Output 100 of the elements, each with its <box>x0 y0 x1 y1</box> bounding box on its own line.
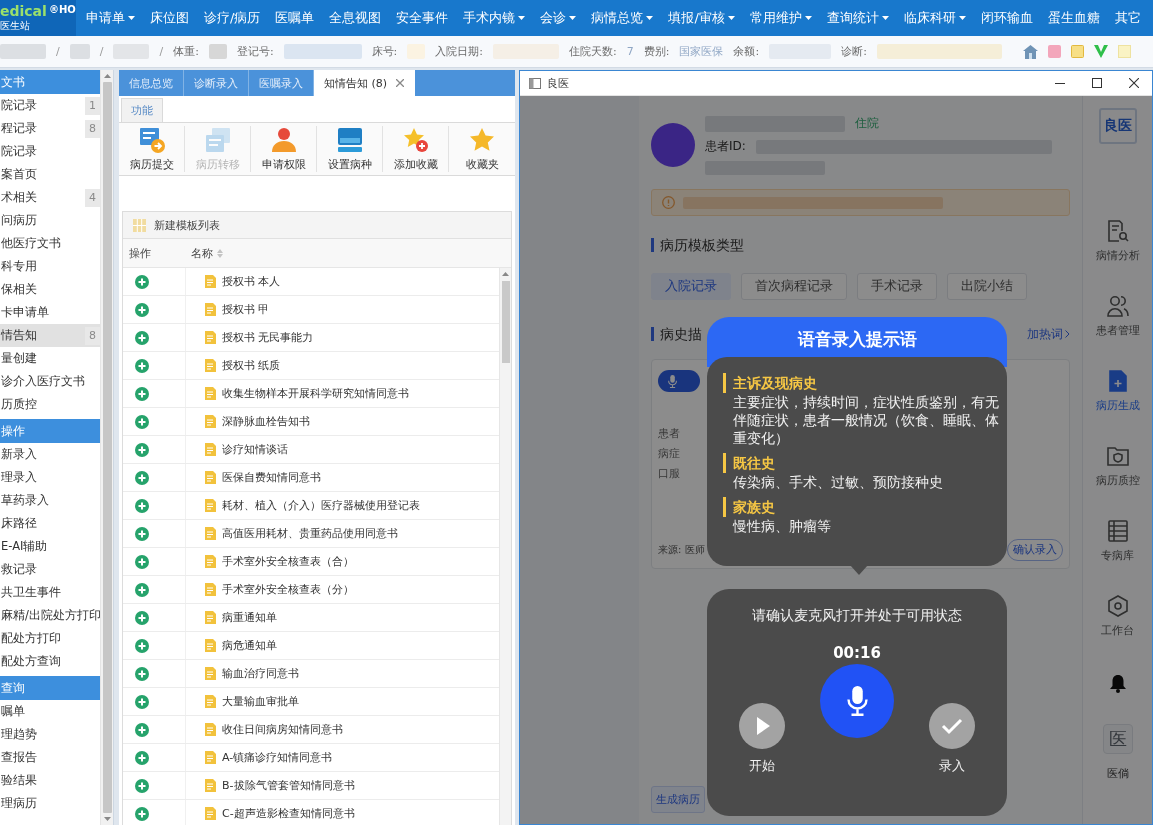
add-icon[interactable] <box>135 498 149 513</box>
sidebar-item[interactable]: 新录入 <box>0 443 100 466</box>
sidebar-item[interactable]: 查报告 <box>0 746 100 769</box>
add-icon[interactable] <box>135 526 149 541</box>
template-type-option[interactable]: 出院小结 <box>947 273 1027 300</box>
toolbar-button[interactable]: 收藏夹 <box>449 126 515 172</box>
sidebar-item[interactable]: 配处方查询 <box>0 650 100 673</box>
close-icon[interactable] <box>396 79 405 87</box>
sidebar-item[interactable]: 配处方打印 <box>0 627 100 650</box>
nav-item[interactable]: 患者管理 <box>1095 287 1140 362</box>
template-name[interactable]: 授权书 甲 <box>222 302 270 317</box>
menu-item[interactable]: 蛋生血糖 <box>1047 9 1100 27</box>
menu-item[interactable]: 医嘱单 <box>275 9 315 27</box>
template-type-option[interactable]: 手术记录 <box>857 273 937 300</box>
toolbar-button[interactable]: 申请权限 <box>251 126 317 172</box>
sidebar-item[interactable]: 麻精/出院处方打印 <box>0 604 100 627</box>
add-icon[interactable] <box>135 442 149 457</box>
menu-item[interactable]: 闭环输血 <box>980 9 1033 27</box>
sidebar-item[interactable]: 救记录 <box>0 558 100 581</box>
menu-item[interactable]: 诊疗/病历 <box>204 9 261 27</box>
nav-item[interactable]: 专病库 <box>1101 512 1134 587</box>
scrollbar-thumb[interactable] <box>501 281 510 363</box>
enter-button[interactable]: 录入 <box>929 703 975 775</box>
voice-button[interactable] <box>658 370 700 392</box>
menu-item[interactable]: 临床科研 <box>903 9 966 27</box>
template-name[interactable]: A-镇痛诊疗知情同意书 <box>222 750 333 765</box>
add-icon[interactable] <box>135 358 149 373</box>
sidebar-item[interactable]: 理趋势 <box>0 723 100 746</box>
template-name[interactable]: C-超声造影检查知情同意书 <box>222 806 355 821</box>
menu-item[interactable]: 其它 <box>1114 9 1141 27</box>
column-header[interactable]: 名称 <box>191 245 213 261</box>
sidebar-item[interactable]: 院记录 1 <box>0 94 100 117</box>
sidebar-item[interactable]: 诊介入医疗文书 <box>0 370 100 393</box>
column-header[interactable]: 操作 <box>129 245 151 261</box>
add-icon[interactable] <box>135 386 149 401</box>
sidebar-item[interactable]: 卡申请单 <box>0 301 100 324</box>
menu-item[interactable]: 申请单 <box>86 9 135 27</box>
sidebar-item[interactable]: 他医疗文书 <box>0 232 100 255</box>
add-icon[interactable] <box>135 666 149 681</box>
template-name[interactable]: 深静脉血栓告知书 <box>222 414 310 429</box>
sidebar-item[interactable]: 科专用 <box>0 255 100 278</box>
sidebar-item[interactable]: 术相关 4 <box>0 186 100 209</box>
sidebar-item[interactable]: 理录入 <box>0 466 100 489</box>
template-name[interactable]: 医保自费知情同意书 <box>222 470 321 485</box>
add-icon[interactable] <box>135 274 149 289</box>
sidebar-item[interactable]: 历质控 <box>0 393 100 416</box>
add-icon[interactable] <box>135 722 149 737</box>
template-name[interactable]: 大量输血审批单 <box>222 694 299 709</box>
toolbar-button[interactable]: 病历提交 <box>119 126 185 172</box>
add-icon[interactable] <box>135 806 149 821</box>
sort-icon[interactable] <box>217 248 223 258</box>
sidebar-item[interactable]: 量创建 <box>0 347 100 370</box>
scrollbar-track[interactable] <box>499 268 511 825</box>
sidebar-item[interactable]: 情告知 8 <box>0 324 100 347</box>
add-icon[interactable] <box>135 302 149 317</box>
menu-item[interactable]: 手术内镜 <box>463 9 526 27</box>
toolbar-button[interactable]: 添加收藏 <box>383 126 449 172</box>
template-name[interactable]: 病重通知单 <box>222 610 277 625</box>
sidebar-item[interactable]: 草药录入 <box>0 489 100 512</box>
add-icon[interactable] <box>135 638 149 653</box>
add-icon[interactable] <box>135 554 149 569</box>
sidebar-item[interactable]: 案首页 <box>0 163 100 186</box>
sidebar-item[interactable]: 床路径 <box>0 512 100 535</box>
menu-item[interactable]: 全息视图 <box>329 9 382 27</box>
add-icon[interactable] <box>135 610 149 625</box>
add-icon[interactable] <box>135 414 149 429</box>
template-name[interactable]: 高值医用耗材、贵重药品使用同意书 <box>222 526 398 541</box>
menu-item[interactable]: 查询统计 <box>826 9 889 27</box>
template-type-option[interactable]: 首次病程记录 <box>741 273 847 300</box>
template-name[interactable]: 收住日间病房知情同意书 <box>222 722 343 737</box>
scrollbar-track[interactable] <box>100 70 113 825</box>
menu-item[interactable]: 常用维护 <box>749 9 812 27</box>
template-name[interactable]: 授权书 本人 <box>222 274 281 289</box>
menu-item[interactable]: 填报/审核 <box>668 9 735 27</box>
add-icon[interactable] <box>135 470 149 485</box>
sidebar-item[interactable]: 共卫生事件 <box>0 581 100 604</box>
sidebar-item[interactable]: 院记录 <box>0 140 100 163</box>
toolbar-button[interactable]: 设置病种 <box>317 126 383 172</box>
template-name[interactable]: 病危通知单 <box>222 638 277 653</box>
template-name[interactable]: 授权书 无民事能力 <box>222 330 314 345</box>
template-name[interactable]: 耗材、植入（介入）医疗器械使用登记表 <box>222 498 420 513</box>
sidebar-item[interactable]: 嘱单 <box>0 700 100 723</box>
template-name[interactable]: B-拔除气管套管知情同意书 <box>222 778 355 793</box>
menu-item[interactable]: 病情总览 <box>591 9 654 27</box>
nav-item[interactable]: 病情分析 <box>1095 212 1140 287</box>
sidebar-item[interactable]: 理病历 <box>0 792 100 815</box>
sidebar-item[interactable]: 验结果 <box>0 769 100 792</box>
nav-item[interactable]: 工作台 <box>1101 587 1134 662</box>
add-icon[interactable] <box>135 694 149 709</box>
menu-item[interactable]: 床位图 <box>150 9 189 27</box>
add-icon[interactable] <box>135 750 149 765</box>
template-name[interactable]: 诊疗知情谈话 <box>222 442 288 457</box>
add-icon[interactable] <box>135 582 149 597</box>
nav-item[interactable]: 病历质控 <box>1095 437 1140 512</box>
template-name[interactable]: 收集生物样本开展科学研究知情同意书 <box>222 386 409 401</box>
scrollbar-thumb[interactable] <box>102 82 112 813</box>
bell-icon[interactable] <box>1109 675 1126 693</box>
template-name[interactable]: 手术室外安全核查表（分） <box>222 582 354 597</box>
sidebar-item[interactable]: 保相关 <box>0 278 100 301</box>
add-icon[interactable] <box>135 778 149 793</box>
